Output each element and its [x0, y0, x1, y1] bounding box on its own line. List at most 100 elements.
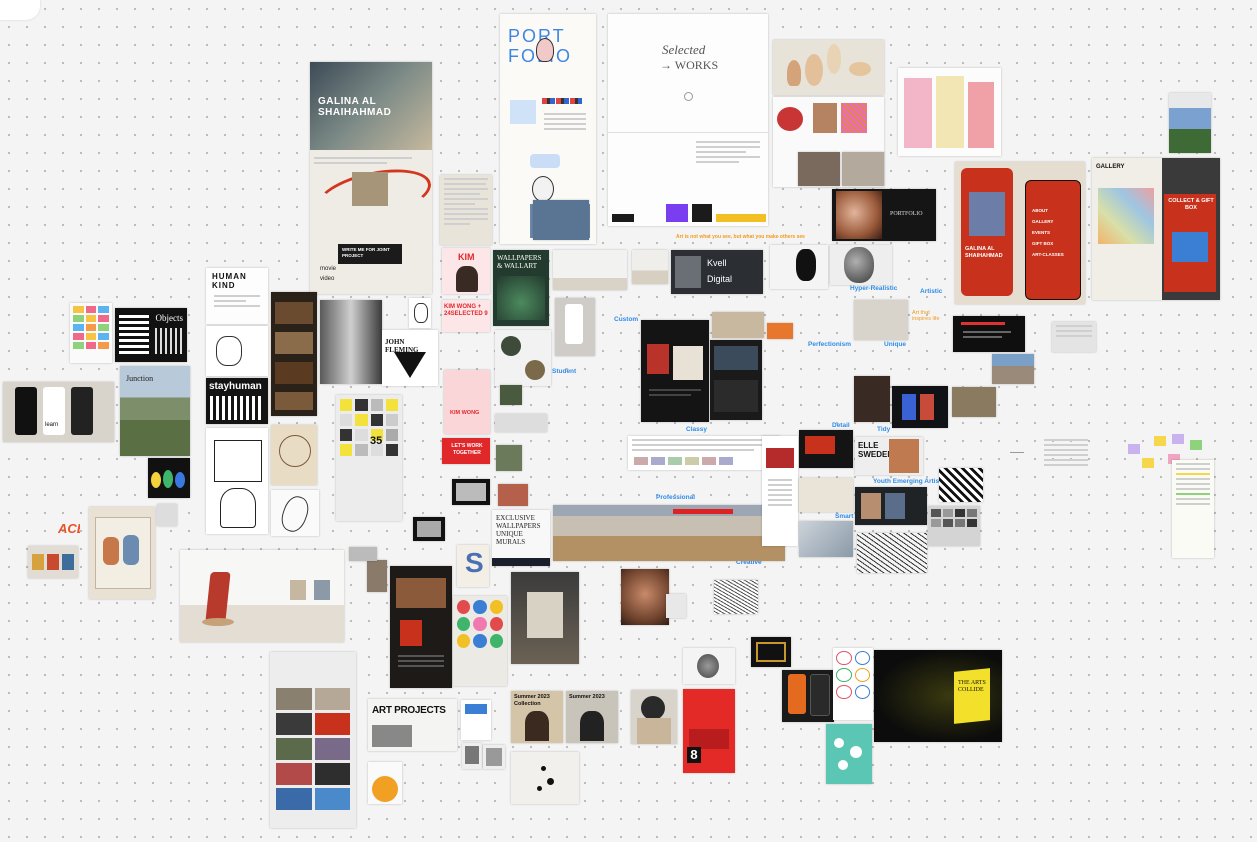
card-gallery-room-top[interactable]: [553, 250, 627, 290]
card-hands-photo[interactable]: [712, 312, 764, 338]
card-objects-poster[interactable]: Objects: [115, 308, 187, 362]
card-tiny-photo-b[interactable]: [349, 547, 377, 561]
card-orange-poster[interactable]: [767, 323, 793, 339]
card-schedule-table[interactable]: [628, 436, 780, 470]
card-john-fleming[interactable]: JOHN FLEMING: [382, 330, 438, 386]
phone-menu-gallery[interactable]: GALLERY: [1032, 216, 1064, 227]
card-phone-orange[interactable]: [782, 670, 834, 722]
card-mountain-magazine[interactable]: Junction: [120, 366, 190, 456]
card-phone-mockups[interactable]: GALINA AL SHAIHAHMAD ABOUT GALLERY EVENT…: [955, 162, 1085, 304]
phone-menu-events[interactable]: EVENTS: [1032, 227, 1064, 238]
card-kim-wong-small[interactable]: KIM WONG: [444, 370, 490, 434]
card-summer-collection-a[interactable]: Summer 2023 Collection: [511, 691, 563, 743]
card-people-photo[interactable]: [952, 387, 996, 417]
card-small-blue-site[interactable]: [461, 700, 491, 740]
card-gallery-hall[interactable]: [511, 572, 579, 664]
card-dark-site-right[interactable]: [799, 430, 853, 468]
card-woman-portrait[interactable]: PORTFOLIO: [832, 189, 936, 241]
card-geometric-pattern[interactable]: [939, 468, 983, 502]
card-face-white[interactable]: [683, 648, 735, 684]
card-small-frame-4[interactable]: [483, 745, 505, 769]
card-s-letter[interactable]: S: [457, 545, 489, 587]
card-arts-collide[interactable]: THE ARTS COLLIDE: [874, 650, 1002, 742]
card-orange-circle[interactable]: [368, 762, 402, 804]
card-35-poster-grid[interactable]: 35: [336, 395, 402, 521]
card-pink-posters[interactable]: [898, 68, 1001, 156]
card-apple-sculpture[interactable]: [180, 550, 344, 642]
card-gallery-site[interactable]: GALLERY COLLECT & GIFT BOX: [1092, 158, 1220, 300]
card-colorful-faces[interactable]: [148, 458, 190, 498]
card-kim-wong-poster[interactable]: KIM WONG + 24SELECTED 9: [442, 300, 490, 332]
card-lets-work[interactable]: LET'S WORK TOGETHER: [442, 438, 490, 464]
card-blank-gallery[interactable]: [666, 594, 686, 618]
card-map-pattern[interactable]: [857, 533, 927, 573]
card-text-document[interactable]: [440, 175, 492, 245]
card-gallery-room-2[interactable]: [632, 250, 668, 284]
card-figure-sketch[interactable]: [271, 490, 319, 536]
card-summer-collection-b[interactable]: Summer 2023: [566, 691, 618, 743]
card-ceramic-vases[interactable]: [773, 40, 884, 95]
card-small-sketch[interactable]: [409, 298, 431, 328]
card-tall-notes-column[interactable]: [1172, 460, 1214, 558]
card-teal-poster[interactable]: [826, 724, 872, 784]
card-woman-face[interactable]: [621, 569, 669, 625]
card-elle-sweden[interactable]: ELLE SWEDEN: [855, 437, 923, 475]
card-small-grid-c[interactable]: [496, 445, 522, 471]
card-art-projects[interactable]: ART PROJECTS: [368, 699, 457, 751]
card-abstract-dots[interactable]: [511, 752, 579, 804]
card-dark-portfolio[interactable]: [892, 386, 948, 428]
card-selected-works[interactable]: Selected → WORKS: [608, 14, 768, 226]
card-bw-faces[interactable]: [320, 300, 382, 384]
card-kim-poster[interactable]: KIM: [442, 248, 490, 294]
card-gold-frame[interactable]: [751, 637, 791, 667]
phone-menu-art-classes[interactable]: ART-CLASSES: [1032, 249, 1064, 260]
card-mobile-learn[interactable]: learn: [3, 382, 114, 442]
card-mindmap-notes[interactable]: [1010, 434, 1092, 472]
card-photo-column[interactable]: [270, 652, 356, 828]
card-text-slide[interactable]: [1052, 322, 1096, 352]
card-small-grid-b[interactable]: [495, 414, 547, 432]
card-dark-website-2[interactable]: [710, 340, 762, 420]
card-van-gogh-book[interactable]: [1169, 93, 1211, 153]
card-colorful-people[interactable]: [453, 596, 507, 686]
card-tiny-photo-e[interactable]: [798, 152, 840, 186]
card-dark-website[interactable]: [641, 320, 709, 422]
card-sketch-page[interactable]: [206, 326, 268, 376]
phone-menu-gift-box[interactable]: GIFT BOX: [1032, 238, 1064, 249]
card-fashion-strip[interactable]: [799, 478, 853, 512]
card-small-frame-2[interactable]: [413, 517, 445, 541]
phone-menu-about[interactable]: ABOUT: [1032, 205, 1064, 216]
card-dark-cards-column[interactable]: [271, 292, 317, 416]
card-ace-poster[interactable]: ACE: [58, 521, 80, 543]
card-wallpapers-hero[interactable]: WALLPAPERS & WALLART: [493, 250, 549, 326]
card-fashion-portrait[interactable]: [854, 376, 890, 422]
card-red-london[interactable]: 8: [683, 689, 735, 773]
card-exclusive-wallpapers[interactable]: EXCLUSIVE WALLPAPERS UNIQUE MURALS: [492, 510, 550, 566]
card-bald-man[interactable]: [830, 245, 892, 285]
card-gallery-dark-strip[interactable]: [855, 487, 927, 525]
card-sticker-grid[interactable]: [833, 648, 873, 720]
card-small-grid-a[interactable]: [500, 385, 522, 405]
card-dancer-photo[interactable]: [854, 300, 908, 340]
card-human-kind[interactable]: HUMAN KIND: [206, 268, 268, 324]
card-man-back[interactable]: [631, 690, 677, 744]
card-scribble[interactable]: [714, 580, 758, 614]
card-photo-grid-right[interactable]: [928, 506, 980, 546]
card-tile-grid-mid[interactable]: [495, 330, 551, 386]
card-phone-poster-mock[interactable]: [555, 298, 595, 356]
card-tiny-photo-d[interactable]: [533, 200, 589, 240]
card-small-frame-3[interactable]: [462, 743, 482, 769]
card-building-photo[interactable]: [992, 354, 1034, 384]
card-comic-sketch[interactable]: [206, 428, 268, 534]
card-museum-panorama[interactable]: [553, 505, 785, 561]
card-white-site[interactable]: [762, 436, 798, 546]
card-dark-menu-site[interactable]: [390, 566, 452, 688]
card-small-frame[interactable]: [452, 479, 490, 505]
card-tiny-photo-c[interactable]: [157, 504, 177, 526]
card-stayhuman[interactable]: stayhuman: [206, 378, 268, 424]
card-tiny-photo-a[interactable]: [367, 560, 387, 592]
card-small-grid-d[interactable]: [498, 484, 528, 506]
card-black-slide[interactable]: [953, 316, 1025, 352]
card-kids-illustration[interactable]: [89, 507, 155, 599]
card-blurry-photo[interactable]: [799, 521, 853, 557]
